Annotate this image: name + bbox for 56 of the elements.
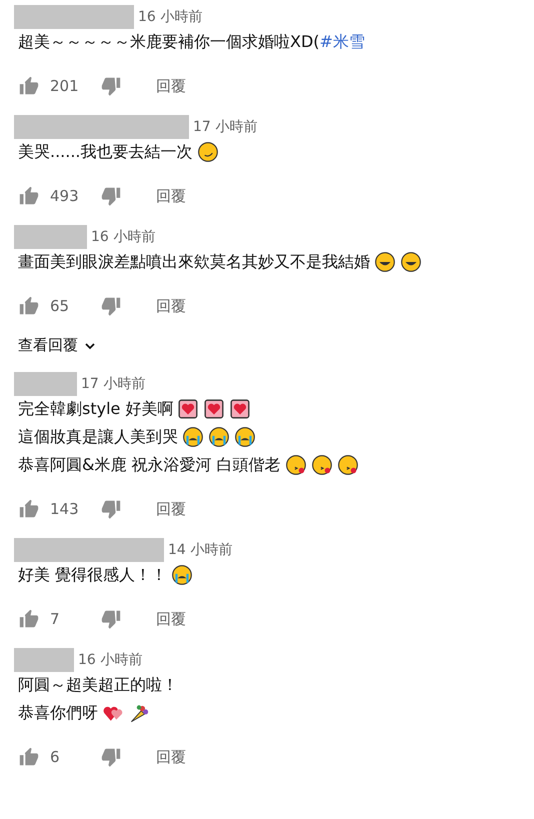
view-replies-button[interactable]: 查看回覆 [14,336,100,355]
like-count: 201 [50,77,80,95]
like-count: 6 [50,748,61,766]
comment-text: 恭喜阿圓&米鹿 祝永浴愛河 白頭偕老 [18,454,281,476]
comment-time[interactable]: 17 小時前 [193,118,258,136]
kissing-face-icon [284,454,307,476]
comment-time[interactable]: 16 小時前 [138,8,202,26]
kissing-face-icon [336,454,359,476]
dislike-icon[interactable] [100,185,122,207]
heart-tile-icon [203,398,226,420]
crying-face-icon [182,426,204,448]
reply-button[interactable]: 回覆 [152,746,190,768]
redacted-name [14,372,77,396]
like-icon[interactable] [18,498,40,520]
like-icon[interactable] [18,185,40,207]
comment-text: 好美 覺得很感人！！ [18,564,168,586]
crying-face-icon [234,426,256,448]
comment-time[interactable]: 16 小時前 [78,651,142,669]
like-icon[interactable] [18,75,40,97]
hashtag-link[interactable]: #米雪 [320,32,365,52]
like-count: 7 [50,610,61,628]
dislike-icon[interactable] [100,75,122,97]
crying-face-icon [171,564,194,586]
redacted-name [14,648,74,672]
comment-text: 畫面美到眼淚差點噴出來欸莫名其妙又不是我結婚 [18,252,370,272]
like-icon[interactable] [18,608,40,630]
kissing-face-icon [310,454,333,476]
dislike-icon[interactable] [100,498,122,520]
heart-tile-icon [229,398,252,420]
reply-button[interactable]: 回覆 [152,498,190,520]
comment-time[interactable]: 14 小時前 [168,541,232,559]
like-icon[interactable] [18,746,40,768]
smiling-face-icon [196,141,219,163]
comment-text: 超美～～～～～米鹿要補你一個求婚啦XD( [18,32,320,52]
dislike-icon[interactable] [100,608,122,630]
reply-button[interactable]: 回覆 [152,608,190,630]
reply-button[interactable]: 回覆 [152,294,190,318]
reply-button[interactable]: 回覆 [152,74,190,98]
like-count: 143 [50,500,80,518]
dislike-icon[interactable] [100,746,122,768]
laughing-face-icon [374,251,396,273]
comment-time[interactable]: 17 小時前 [81,375,146,393]
like-count: 65 [50,297,70,315]
heart-tile-icon [177,398,200,420]
dislike-icon[interactable] [100,295,122,317]
comment-text: 美哭......我也要去結一次 [18,142,193,162]
comment-text: 阿圓～超美超正的啦！ [18,674,178,696]
like-count: 493 [50,187,80,205]
comment-text: 這個妝真是讓人美到哭 [18,426,178,448]
comment-time[interactable]: 16 小時前 [91,228,156,246]
comment-text: 完全韓劇style 好美啊 [18,398,174,420]
comment-text: 恭喜你們呀 [18,702,98,724]
like-icon[interactable] [18,295,40,317]
crying-face-icon [208,426,230,448]
reply-button[interactable]: 回覆 [152,184,190,208]
laughing-face-icon [400,251,422,273]
